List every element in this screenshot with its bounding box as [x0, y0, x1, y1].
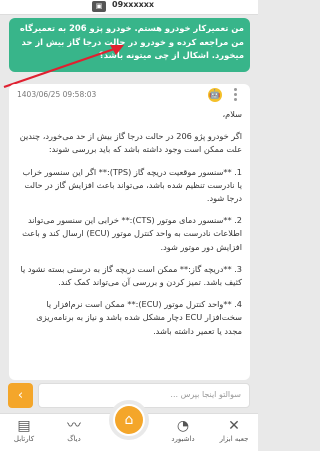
more-options-icon[interactable]	[234, 88, 238, 103]
reply-item-4: 4. **واحد کنترل موتور (ECU):** ممکن است …	[36, 299, 242, 336]
speedometer-icon: ◔	[176, 418, 190, 434]
reply-item-2: 2. **سنسور دمای موتور (CTS):** خرابی این…	[22, 215, 242, 252]
message-timestamp: 1403/06/25 09:58:03	[17, 90, 97, 99]
send-button[interactable]: ‹	[8, 383, 33, 408]
nav-item-toolbox[interactable]: ✕ جعبه ابزار	[214, 418, 254, 443]
nav-item-diag[interactable]: 〰 دیاگ	[54, 418, 94, 443]
document-icon: ▤	[17, 418, 31, 434]
nav-item-dashboard[interactable]: ◔ داشبورد	[163, 418, 203, 443]
user-id: 09xxxxxx	[112, 0, 155, 9]
reply-item-3: 3. **دریچه گاز:** ممکن است دریچه گاز به …	[20, 263, 242, 288]
diagnostics-icon: 〰	[67, 418, 81, 434]
nav-label: دیاگ	[67, 435, 81, 443]
nav-label: داشبورد	[171, 435, 195, 443]
robot-avatar-icon: 🤖	[208, 88, 222, 102]
nav-label: جعبه ابزار	[219, 435, 249, 443]
reply-intro: اگر خودرو پژو 206 در حالت درجا گاز بیش ا…	[19, 131, 242, 155]
question-input[interactable]: سوالتو اینجا بپرس ...	[38, 383, 250, 408]
bot-reply-card: 1403/06/25 09:58:03 🤖 سلام، اگر خودرو پژ…	[9, 84, 250, 380]
nav-label: کارتابل	[13, 435, 35, 443]
nav-item-cartable[interactable]: ▤ کارتابل	[4, 418, 44, 443]
bottom-navigation: ▤ کارتابل 〰 دیاگ ⌂ ◔ داشبورد ✕ جعبه ابزا…	[0, 400, 258, 451]
device-icon: ▣	[92, 1, 106, 12]
top-bar: ▣ 09xxxxxx	[0, 0, 258, 15]
home-icon: ⌂	[115, 406, 143, 434]
reply-greeting: سلام،	[222, 109, 242, 119]
bot-reply-text: سلام، اگر خودرو پژو 206 در حالت درجا گاز…	[17, 108, 242, 347]
nav-item-home[interactable]: ⌂	[109, 400, 149, 440]
tools-icon: ✕	[228, 418, 240, 434]
reply-item-1: 1. **سنسور موقعیت دریچه گاز (TPS):** اگر…	[22, 166, 243, 204]
user-message-bubble: من تعمیرکار خودرو هستم. خودرو پژو 206 به…	[9, 18, 250, 72]
send-arrow-icon: ‹	[17, 388, 24, 403]
